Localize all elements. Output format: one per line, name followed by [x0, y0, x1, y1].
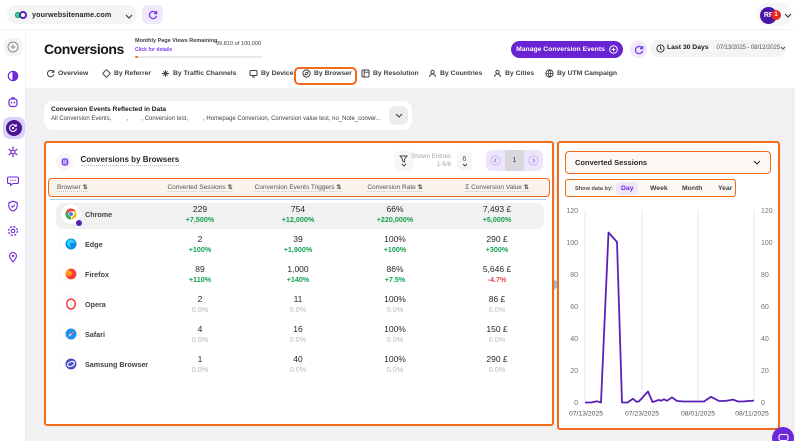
svg-text:100: 100 — [761, 240, 773, 247]
svg-text:0: 0 — [761, 400, 765, 407]
svg-text:80: 80 — [761, 272, 769, 279]
svg-text:80: 80 — [570, 272, 578, 279]
svg-text:07/23/2025: 07/23/2025 — [625, 411, 659, 418]
svg-text:100: 100 — [566, 240, 578, 247]
svg-text:120: 120 — [761, 208, 773, 215]
svg-text:40: 40 — [570, 336, 578, 343]
svg-text:60: 60 — [761, 304, 769, 311]
svg-text:0: 0 — [574, 400, 578, 407]
svg-text:40: 40 — [761, 336, 769, 343]
svg-text:120: 120 — [566, 208, 578, 215]
svg-text:08/01/2025: 08/01/2025 — [681, 411, 715, 418]
svg-text:07/13/2025: 07/13/2025 — [569, 411, 603, 418]
svg-text:20: 20 — [761, 368, 769, 375]
svg-text:08/11/2025: 08/11/2025 — [735, 411, 769, 418]
svg-text:60: 60 — [570, 304, 578, 311]
svg-text:20: 20 — [570, 368, 578, 375]
